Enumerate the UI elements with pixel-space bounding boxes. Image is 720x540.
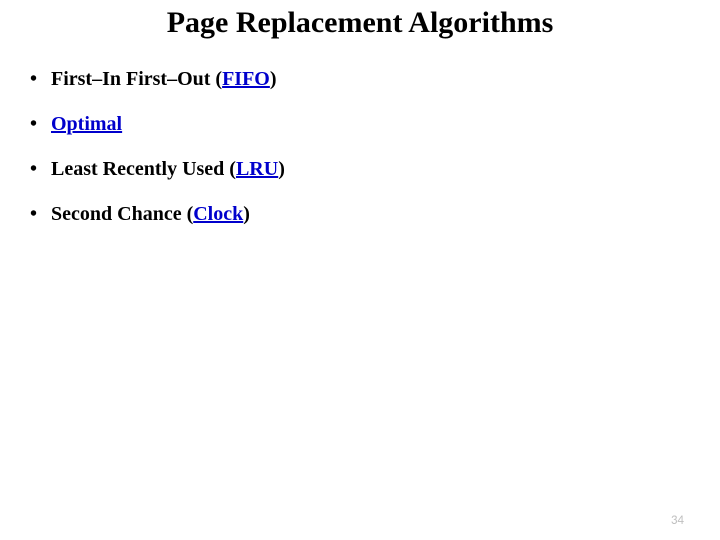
list-item: First–In First–Out (FIFO) [30,68,720,91]
link-fifo[interactable]: FIFO [222,68,270,90]
item-prefix: First–In First–Out ( [51,68,222,90]
link-optimal[interactable]: Optimal [51,113,122,135]
list-item: Least Recently Used (LRU) [30,158,720,181]
list-item: Second Chance (Clock) [30,203,720,226]
algorithm-list: First–In First–Out (FIFO) Optimal Least … [0,68,720,226]
page-title: Page Replacement Algorithms [0,0,720,68]
item-prefix: Least Recently Used ( [51,158,236,180]
item-suffix: ) [270,68,277,90]
item-suffix: ) [243,203,250,225]
page-number: 34 [671,513,684,528]
link-lru[interactable]: LRU [236,158,278,180]
link-clock[interactable]: Clock [193,203,243,225]
item-suffix: ) [278,158,285,180]
item-prefix: Second Chance ( [51,203,193,225]
list-item: Optimal [30,113,720,136]
